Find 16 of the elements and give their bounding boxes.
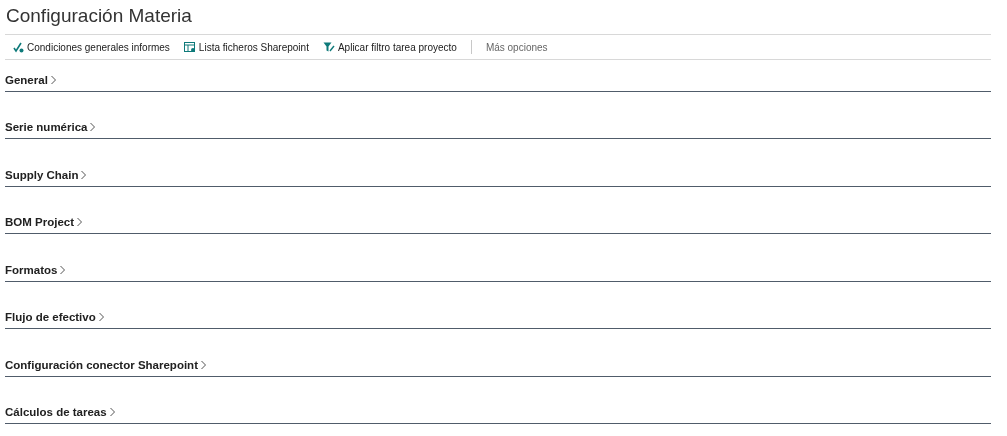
action-button[interactable]: Condiciones generales informes	[13, 41, 170, 53]
section-header[interactable]: Supply Chain	[5, 168, 88, 186]
filter-icon	[322, 41, 335, 53]
action-button[interactable]: Aplicar filtro tarea proyecto	[322, 41, 457, 53]
section-header[interactable]: General	[5, 73, 57, 91]
list-icon	[183, 41, 196, 53]
section-header[interactable]: Cálculos de tareas	[5, 406, 116, 423]
page-title: Configuración Materia	[5, 4, 193, 28]
section-header[interactable]: Formatos	[5, 263, 67, 281]
section-header[interactable]: BOM Project	[5, 216, 83, 233]
more-options-button[interactable]: Más opciones	[485, 41, 548, 53]
section-header[interactable]: Flujo de efectivo	[5, 311, 105, 328]
checkmark-icon	[13, 41, 24, 53]
action-button[interactable]: Lista ficheros Sharepoint	[183, 41, 309, 53]
section-header[interactable]: Serie numérica	[5, 121, 97, 138]
section-header[interactable]: Configuración conector Sharepoint	[5, 358, 207, 376]
